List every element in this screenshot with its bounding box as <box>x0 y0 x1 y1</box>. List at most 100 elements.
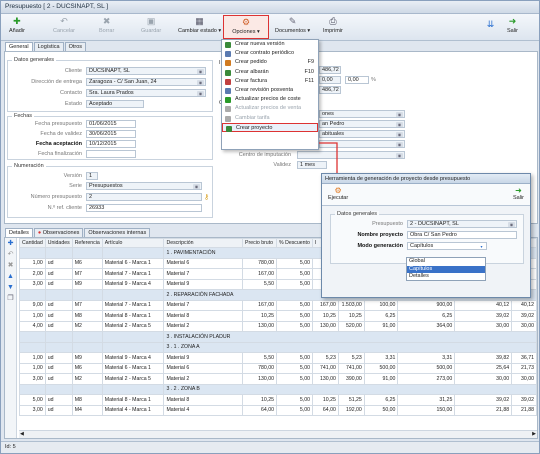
tab-general[interactable]: General <box>5 42 33 51</box>
table-cell[interactable]: 5,50 <box>242 352 278 364</box>
table-cell[interactable]: 780,00 <box>242 257 278 269</box>
menu-item-2[interactable]: Crear pedido F9 <box>222 58 318 67</box>
table-cell[interactable]: 5,00 <box>276 310 313 322</box>
menu-item-0[interactable]: Crear nueva versión <box>222 40 318 49</box>
table-row[interactable]: 3,00 ud M2 Material 2 - Marca 5 Material 2 13… <box>19 373 537 385</box>
menu-item-9[interactable]: Crear proyecto <box>222 122 318 132</box>
menu-item-3[interactable]: Crear albarán F10 <box>222 68 318 77</box>
table-cell[interactable]: 3,00 <box>19 278 46 290</box>
table-cell[interactable]: Material 6 <box>163 362 244 374</box>
discount-pct-field[interactable]: 0,00 <box>345 76 369 84</box>
table-cell[interactable]: 900,00 <box>397 299 456 311</box>
table-row[interactable]: 3 . 2 . ZONA B <box>19 383 537 395</box>
table-cell[interactable]: ud <box>44 257 73 269</box>
table-cell[interactable]: ud <box>44 268 73 280</box>
table-cell[interactable]: 192,00 <box>337 404 365 416</box>
table-cell[interactable]: 5,00 <box>276 404 313 416</box>
table-cell[interactable]: 6,25 <box>363 310 399 322</box>
table-cell[interactable]: 1.503,00 <box>337 299 365 311</box>
menu-item-6[interactable]: Actualizar precios de coste <box>222 95 318 104</box>
table-row[interactable]: 3 . 1 . ZONA A <box>19 341 537 353</box>
table-cell[interactable]: 10,25 <box>242 310 278 322</box>
version-field[interactable]: 1 <box>86 172 98 180</box>
exit-button[interactable]: ➜ Salir <box>507 16 518 34</box>
table-row[interactable]: 9,00 ud M7 Material 7 - Marca 1 Material 7 16… <box>19 299 537 311</box>
collapse-icon[interactable]: ⇊ <box>485 19 496 31</box>
address-field[interactable]: Zaragoza - C/ San Juan, 24 ◉ <box>86 78 206 86</box>
table-cell[interactable]: 39,02 <box>454 310 513 322</box>
table-cell[interactable]: M9 <box>71 352 103 364</box>
table-cell[interactable]: 30,00 <box>511 320 537 332</box>
change-state-button[interactable]: ▦ Cambiar estado ▾ <box>178 16 221 34</box>
table-cell[interactable]: 40,12 <box>454 299 513 311</box>
move-down-icon[interactable]: ▼ <box>5 282 16 293</box>
table-cell[interactable]: Material 7 - Marca 1 <box>101 268 165 280</box>
save-button[interactable]: ▣ Guardar <box>141 16 161 34</box>
tab-others[interactable]: Otros <box>64 42 87 51</box>
table-cell[interactable]: 51,25 <box>337 394 365 406</box>
table-cell[interactable]: 31,25 <box>397 394 456 406</box>
menu-item-8[interactable]: Cambiar tarifa <box>222 114 318 123</box>
table-cell[interactable]: 50,00 <box>363 404 399 416</box>
menu-item-4[interactable]: Crear factura F11 <box>222 77 318 86</box>
table-cell[interactable]: Material 7 - Marca 1 <box>101 299 165 311</box>
column-header[interactable]: % Descuento <box>276 238 313 248</box>
table-cell[interactable]: ud <box>44 320 73 332</box>
table-cell[interactable]: Material 6 - Marca 1 <box>101 257 165 269</box>
table-cell[interactable]: Material 6 - Marca 1 <box>101 362 165 374</box>
table-cell[interactable]: M8 <box>71 394 103 406</box>
table-cell[interactable]: ud <box>44 394 73 406</box>
table-cell[interactable]: 5,00 <box>276 373 313 385</box>
number-field[interactable]: 2 <box>86 193 202 201</box>
right-field-2[interactable]: an Pedro ◉ <box>319 120 405 128</box>
table-cell[interactable]: 1,00 <box>19 310 46 322</box>
right-field-1[interactable]: ones ◉ <box>319 110 405 118</box>
table-cell[interactable]: ud <box>44 373 73 385</box>
table-cell[interactable]: 390,00 <box>337 373 365 385</box>
table-cell[interactable]: 364,00 <box>397 320 456 332</box>
table-cell[interactable]: 741,00 <box>337 362 365 374</box>
table-cell[interactable]: 39,02 <box>454 394 513 406</box>
table-cell[interactable]: 3,31 <box>363 352 399 364</box>
accept-date-field[interactable]: 10/12/2015 <box>86 140 136 148</box>
table-cell[interactable]: Material 2 - Marca 5 <box>101 373 165 385</box>
table-cell[interactable]: ud <box>44 310 73 322</box>
options-button[interactable]: ⚙ Opciones ▾ <box>223 15 269 39</box>
client-field[interactable]: DUCSINAPT, SL ◉ <box>86 67 206 75</box>
table-row[interactable]: 1,00 ud M8 Material 8 - Marca 1 Material 8 10… <box>19 310 537 322</box>
table-cell[interactable]: 10,25 <box>312 394 339 406</box>
project-name-field[interactable]: Obra C/ San Pedro <box>407 231 517 239</box>
table-cell[interactable]: 4,00 <box>19 320 46 332</box>
table-cell[interactable]: Material 4 <box>163 404 244 416</box>
table-cell[interactable]: 500,00 <box>397 362 456 374</box>
table-cell[interactable]: 91,00 <box>363 373 399 385</box>
documents-button[interactable]: ✎ Documentos ▾ <box>275 16 310 34</box>
table-cell[interactable]: 273,00 <box>397 373 456 385</box>
table-cell[interactable]: Material 9 - Marca 4 <box>101 352 165 364</box>
table-cell[interactable]: 40,12 <box>511 299 537 311</box>
option-details[interactable]: Detalles <box>407 273 485 281</box>
table-cell[interactable]: M6 <box>71 257 103 269</box>
table-cell[interactable]: 6,25 <box>363 394 399 406</box>
table-cell[interactable]: Material 9 - Marca 4 <box>101 278 165 290</box>
table-cell[interactable]: 64,00 <box>312 404 339 416</box>
option-chapters[interactable]: Capítulos <box>407 265 485 273</box>
table-cell[interactable]: 1,00 <box>19 362 46 374</box>
table-cell[interactable]: 741,00 <box>312 362 339 374</box>
table-cell[interactable]: 500,00 <box>363 362 399 374</box>
table-cell[interactable]: Material 8 <box>163 394 244 406</box>
horizontal-scrollbar[interactable]: ◀ ▶ <box>19 430 537 438</box>
copy-row-icon[interactable]: ❐ <box>5 293 16 304</box>
dialog-exit-button[interactable]: ➜ Salir <box>513 186 524 201</box>
menu-item-5[interactable]: Crear revisión posventa <box>222 86 318 95</box>
table-cell[interactable]: Material 2 - Marca 5 <box>101 320 165 332</box>
table-cell[interactable]: 30,00 <box>454 373 513 385</box>
table-cell[interactable]: 130,00 <box>312 373 339 385</box>
table-cell[interactable]: 3,00 <box>19 373 46 385</box>
run-button[interactable]: ⚙ Ejecutar <box>328 186 348 201</box>
tab-observations[interactable]: ● Observaciones <box>33 228 84 237</box>
table-cell[interactable]: 9,00 <box>19 299 46 311</box>
table-cell[interactable]: 167,00 <box>242 268 278 280</box>
table-cell[interactable]: Material 8 - Marca 1 <box>101 394 165 406</box>
table-cell[interactable]: M6 <box>71 362 103 374</box>
